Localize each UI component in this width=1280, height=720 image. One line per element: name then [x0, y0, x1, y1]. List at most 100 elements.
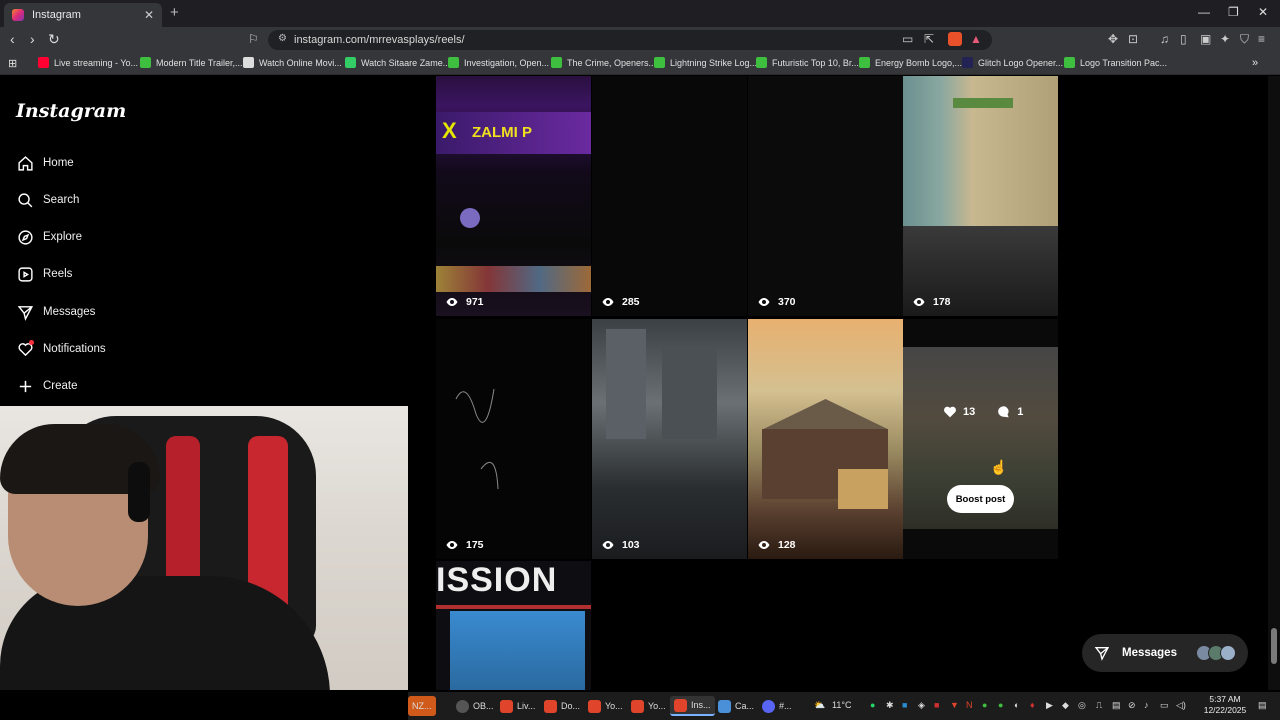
- site-info-icon[interactable]: ⚙: [278, 33, 287, 44]
- tray-icon[interactable]: ◐: [1014, 700, 1019, 710]
- taskbar-app[interactable]: Liv...: [496, 696, 539, 716]
- bookmark-item[interactable]: Live streaming - Yo...: [38, 57, 138, 68]
- bookmark-item[interactable]: Investigation, Open...: [448, 57, 549, 68]
- url-field[interactable]: ⚙ instagram.com/mrrevasplays/reels/: [268, 30, 992, 50]
- sidebar-item-explore[interactable]: Explore: [16, 228, 82, 246]
- share-icon[interactable]: ⇱: [924, 32, 934, 46]
- tray-icon[interactable]: ⊘: [1128, 700, 1136, 711]
- reel-tile[interactable]: ISSION: [436, 561, 591, 690]
- bookmark-item[interactable]: Watch Sitaare Zame...: [345, 57, 450, 68]
- network-icon[interactable]: ▭: [1160, 700, 1169, 711]
- sidebar-item-notifications[interactable]: Notifications: [16, 340, 106, 358]
- reel-tile[interactable]: 285: [592, 76, 747, 316]
- whatsapp-icon[interactable]: ●: [870, 700, 875, 710]
- back-icon[interactable]: ‹: [10, 31, 15, 47]
- messages-floating-button[interactable]: Messages: [1082, 634, 1248, 672]
- tray-icon[interactable]: ●: [982, 700, 987, 710]
- new-tab-icon[interactable]: +: [170, 4, 179, 21]
- reload-icon[interactable]: ↻: [48, 31, 60, 48]
- taskbar-app[interactable]: Yo...: [584, 696, 627, 716]
- weather-icon[interactable]: ⛅: [814, 700, 825, 711]
- tray-icon[interactable]: ✱: [886, 700, 894, 711]
- tab-instagram[interactable]: Instagram ✕: [4, 3, 162, 27]
- usb-icon[interactable]: ⎍: [1096, 700, 1102, 711]
- bookmark-label: Glitch Logo Opener...: [978, 57, 1064, 68]
- wallet-icon[interactable]: ▣: [1200, 32, 1211, 46]
- brave-shields-icon[interactable]: [948, 32, 962, 46]
- sidebar-item-search[interactable]: Search: [16, 191, 79, 209]
- leo-ai-icon[interactable]: ✦: [1220, 32, 1230, 46]
- instagram-logo[interactable]: Instagram: [16, 100, 126, 122]
- bookmark-item[interactable]: The Crime, Openers...: [551, 57, 656, 68]
- minimize-icon[interactable]: —: [1198, 5, 1210, 19]
- bookmark-label: The Crime, Openers...: [567, 57, 657, 68]
- menu-icon[interactable]: ≡: [1258, 32, 1265, 46]
- reel-tile[interactable]: 128: [748, 319, 903, 559]
- bookmark-item[interactable]: Logo Transition Pac...: [1064, 57, 1167, 68]
- brave-icon: [674, 698, 687, 712]
- sidebar-toggle-icon[interactable]: ▯: [1180, 32, 1187, 46]
- tray-icon[interactable]: ◆: [1062, 700, 1069, 711]
- taskbar-app-active[interactable]: Ins...: [670, 696, 715, 716]
- microphone-icon[interactable]: ♪: [1144, 700, 1149, 710]
- reel-tile[interactable]: 103: [592, 319, 747, 559]
- weather-temp[interactable]: 11°C: [832, 700, 851, 710]
- forward-icon[interactable]: ›: [30, 31, 35, 47]
- sidebar-item-home[interactable]: Home: [16, 154, 74, 172]
- volume-icon[interactable]: ◁): [1176, 700, 1186, 711]
- screenshot-icon[interactable]: ⊡: [1128, 32, 1138, 46]
- page-scrollbar[interactable]: [1268, 76, 1280, 690]
- taskbar-app-label: Yo...: [605, 701, 623, 711]
- more-bookmarks-icon[interactable]: »: [1252, 57, 1258, 69]
- boost-post-button[interactable]: Boost post: [947, 485, 1014, 513]
- extensions-icon[interactable]: ✥: [1108, 32, 1118, 46]
- sidebar-label: Search: [43, 194, 80, 206]
- sidebar-item-reels[interactable]: Reels: [16, 265, 72, 283]
- apps-grid-icon[interactable]: ⊞: [8, 57, 17, 70]
- building: [606, 329, 646, 439]
- taskbar-app[interactable]: Ca...: [714, 696, 758, 716]
- tray-icon[interactable]: ■: [902, 700, 907, 710]
- cast-icon[interactable]: ▭: [902, 32, 913, 46]
- scrollbar-thumb[interactable]: [1271, 628, 1277, 664]
- tray-icon[interactable]: ♦: [1030, 700, 1035, 710]
- sidebar-item-create[interactable]: Create: [16, 377, 78, 395]
- tray-icon[interactable]: ▼: [950, 700, 959, 710]
- brave-rewards-icon[interactable]: ▲: [970, 32, 982, 46]
- bookmark-item[interactable]: Energy Bomb Logo,...: [859, 57, 962, 68]
- taskbar-app[interactable]: #...: [758, 696, 796, 716]
- close-window-icon[interactable]: ✕: [1258, 5, 1268, 19]
- tray-icon[interactable]: ▤: [1112, 700, 1121, 711]
- restore-icon[interactable]: ❐: [1228, 5, 1239, 19]
- close-tab-icon[interactable]: ✕: [144, 8, 154, 22]
- bookmark-item[interactable]: Glitch Logo Opener...: [962, 57, 1063, 68]
- sidebar-item-messages[interactable]: Messages: [16, 303, 95, 321]
- taskbar-clock[interactable]: 5:37 AM 12/22/2025: [1198, 694, 1252, 716]
- reel-tile[interactable]: 175: [436, 319, 591, 559]
- bookmark-item[interactable]: Watch Online Movi...: [243, 57, 342, 68]
- reel-tile[interactable]: 370: [748, 76, 903, 316]
- reel-tile-hovered[interactable]: 13 1 ☝ Boost post: [903, 319, 1058, 559]
- vpn-icon[interactable]: ⛉: [1240, 32, 1249, 47]
- tray-icon[interactable]: ◎: [1078, 700, 1086, 711]
- taskbar-app[interactable]: Do...: [540, 696, 584, 716]
- tray-icon[interactable]: ▶: [1046, 700, 1053, 711]
- tray-icon[interactable]: ◈: [918, 700, 925, 711]
- taskbar-app[interactable]: Yo...: [627, 696, 670, 716]
- bookmark-icon[interactable]: ⚐: [248, 32, 259, 46]
- media-icon[interactable]: ♫: [1160, 32, 1169, 46]
- tray-icon[interactable]: ■: [934, 700, 939, 710]
- bookmark-item[interactable]: Futuristic Top 10, Br...: [756, 57, 859, 68]
- bookmark-item[interactable]: Modern Title Trailer,...: [140, 57, 243, 68]
- notification-center-icon[interactable]: ▤: [1258, 700, 1267, 711]
- sidebar-label: Notifications: [43, 343, 106, 355]
- windows-taskbar: NZ... OB... Liv... Do... Yo... Yo... Ins…: [408, 692, 1280, 720]
- taskbar-app[interactable]: NZ...: [408, 696, 436, 716]
- bookmark-item[interactable]: Lightning Strike Log...: [654, 57, 757, 68]
- reel-tile[interactable]: X ZALMI P 971: [436, 76, 591, 316]
- taskbar-app[interactable]: OB...: [452, 696, 498, 716]
- notion-icon[interactable]: N: [966, 700, 973, 710]
- eye-icon: [602, 298, 614, 306]
- reel-tile[interactable]: 178: [903, 76, 1058, 316]
- tray-icon[interactable]: ●: [998, 700, 1003, 710]
